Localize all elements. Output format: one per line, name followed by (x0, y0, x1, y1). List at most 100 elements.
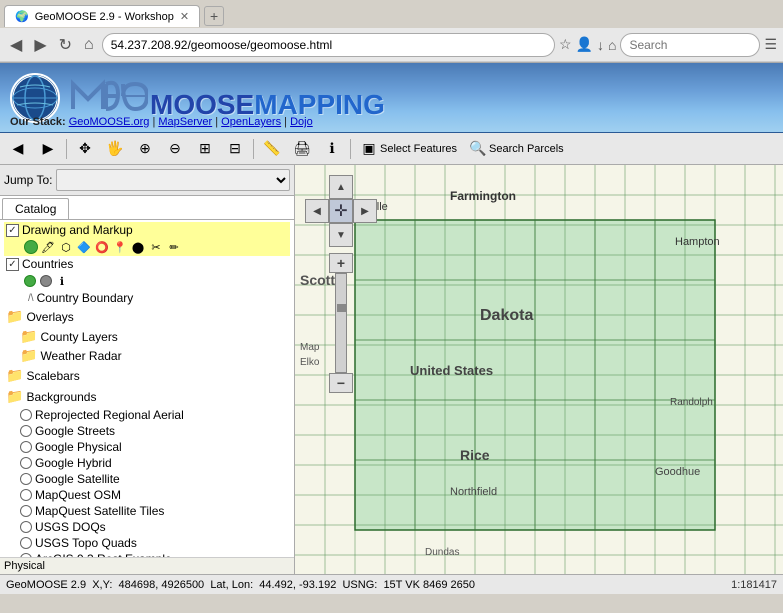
drawing-markup-checkbox[interactable]: ✓ (6, 224, 19, 237)
bg-mapquest-satellite-radio[interactable] (20, 505, 32, 517)
forward-button[interactable]: ▶ (30, 33, 50, 57)
bg-google-hybrid-label: Google Hybrid (35, 456, 112, 470)
jump-to-select[interactable] (56, 169, 290, 191)
svg-text:Farmington: Farmington (450, 189, 516, 203)
toolbar-extent-btn[interactable]: ⊞ (191, 136, 219, 162)
draw-icon1[interactable]: 🖊 (40, 239, 56, 255)
usng-value: 15T VK 8469 2650 (383, 579, 475, 591)
bg-mapquest-osm-radio[interactable] (20, 489, 32, 501)
draw-icon4[interactable]: ⭕ (94, 239, 110, 255)
bg-google-satellite[interactable]: Google Satellite (4, 471, 290, 487)
draw-icon6[interactable]: ⬤ (130, 239, 146, 255)
bg-google-hybrid[interactable]: Google Hybrid (4, 455, 290, 471)
bg-regional-aerial[interactable]: Reprojected Regional Aerial (4, 407, 290, 423)
pan-south-button[interactable]: ▼ (329, 223, 353, 247)
bg-mapquest-satellite[interactable]: MapQuest Satellite Tiles (4, 503, 290, 519)
country-boundary-item[interactable]: /\ Country Boundary (4, 290, 290, 306)
dojo-link[interactable]: Dojo (290, 116, 313, 128)
bg-google-streets-radio[interactable] (20, 425, 32, 437)
download-button[interactable]: ↓ (597, 37, 604, 53)
refresh-button[interactable]: ↻ (55, 33, 76, 57)
pan-west-button[interactable]: ◀ (305, 199, 329, 223)
physical-label-row: Physical (0, 557, 294, 574)
countries-icon3[interactable]: ℹ (54, 273, 70, 289)
toolbar-measure-btn[interactable]: 📏 (258, 136, 286, 162)
toolbar-move-btn[interactable]: ✥ (71, 136, 99, 162)
toolbar-select-features-btn[interactable]: ▣ Select Features (355, 136, 462, 162)
bg-google-satellite-radio[interactable] (20, 473, 32, 485)
bg-regional-aerial-radio[interactable] (20, 409, 32, 421)
toolbar-zoomin-btn[interactable]: ⊕ (131, 136, 159, 162)
header-logo: MOOSEMAPPING (10, 73, 385, 123)
countries-item[interactable]: ✓ Countries (4, 256, 290, 272)
scalebars-label: Scalebars (26, 369, 79, 383)
countries-icons: ℹ (4, 272, 290, 290)
green-circle-icon[interactable] (24, 240, 38, 254)
bg-google-hybrid-radio[interactable] (20, 457, 32, 469)
backgrounds-label: Backgrounds (26, 390, 96, 404)
bg-google-streets[interactable]: Google Streets (4, 423, 290, 439)
draw-icon3[interactable]: 🔷 (76, 239, 92, 255)
bg-usgs-topo-radio[interactable] (20, 537, 32, 549)
arrow-right-icon: ▶ (39, 140, 57, 158)
user-button[interactable]: 👤 (576, 36, 593, 53)
back-button[interactable]: ◀ (6, 33, 26, 57)
menu-button[interactable]: ☰ (764, 36, 777, 53)
toolbar-sep1 (66, 139, 67, 159)
toolbar-back-btn[interactable]: ◀ (4, 136, 32, 162)
drawing-markup-item[interactable]: ✓ Drawing and Markup (4, 222, 290, 238)
county-layers-item[interactable]: 📁 County Layers (4, 327, 290, 346)
pan-center-button[interactable]: ✛ (329, 199, 353, 223)
toolbar-pan-btn[interactable]: 🖐 (101, 136, 129, 162)
catalog-tab[interactable]: Catalog (2, 198, 69, 219)
svg-text:Northfield: Northfield (450, 486, 497, 498)
mapserver-link[interactable]: MapServer (158, 116, 212, 128)
toolbar-identify-btn[interactable]: ℹ (318, 136, 346, 162)
bg-regional-aerial-label: Reprojected Regional Aerial (35, 408, 184, 422)
extent-icon: ⊞ (196, 140, 214, 158)
bg-usgs-doqs-radio[interactable] (20, 521, 32, 533)
address-bar[interactable] (102, 33, 555, 57)
bg-mapquest-osm[interactable]: MapQuest OSM (4, 487, 290, 503)
xy-value: 484698, 4926500 (119, 579, 205, 591)
bg-usgs-topo[interactable]: USGS Topo Quads (4, 535, 290, 551)
xy-label: X,Y: (92, 579, 112, 591)
bg-google-streets-label: Google Streets (35, 424, 115, 438)
zoom-slider-handle[interactable] (337, 304, 347, 312)
tab-bar: 🌍 GeoMOOSE 2.9 - Workshop ✕ + (0, 0, 783, 28)
bookmark-button[interactable]: ☆ (559, 36, 572, 53)
bg-usgs-doqs[interactable]: USGS DOQs (4, 519, 290, 535)
draw-icon7[interactable]: ✂ (148, 239, 164, 255)
zoom-out-map-button[interactable]: − (329, 373, 353, 393)
backgrounds-folder[interactable]: 📁 Backgrounds (4, 386, 290, 407)
weather-radar-item[interactable]: 📁 Weather Radar (4, 346, 290, 365)
countries-checkbox[interactable]: ✓ (6, 258, 19, 271)
new-tab-button[interactable]: + (204, 6, 224, 26)
geomoose-link[interactable]: GeoMOOSE.org (69, 116, 150, 128)
pan-north-button[interactable]: ▲ (329, 175, 353, 199)
bg-google-physical-radio[interactable] (20, 441, 32, 453)
home-button[interactable]: ⌂ (80, 34, 98, 56)
toolbar-prevextent-btn[interactable]: ⊟ (221, 136, 249, 162)
draw-icon2[interactable]: ⬡ (58, 239, 74, 255)
zoom-in-map-button[interactable]: + (329, 253, 353, 273)
toolbar-forward-btn[interactable]: ▶ (34, 136, 62, 162)
active-tab[interactable]: 🌍 GeoMOOSE 2.9 - Workshop ✕ (4, 5, 200, 27)
pan-east-button[interactable]: ▶ (353, 199, 377, 223)
zoom-bar[interactable] (335, 273, 347, 373)
bg-usgs-topo-label: USGS Topo Quads (35, 536, 137, 550)
scalebars-folder-icon: 📁 (6, 367, 23, 384)
overlays-folder[interactable]: 📁 Overlays (4, 306, 290, 327)
openlayers-link[interactable]: OpenLayers (221, 116, 281, 128)
toolbar-print-btn[interactable]: 🖨 (288, 136, 316, 162)
browser-search-input[interactable] (620, 33, 760, 57)
toolbar-zoomout-btn[interactable]: ⊖ (161, 136, 189, 162)
home2-button[interactable]: ⌂ (608, 37, 616, 53)
bg-google-physical[interactable]: Google Physical (4, 439, 290, 455)
tab-close-button[interactable]: ✕ (180, 10, 189, 23)
scalebars-folder[interactable]: 📁 Scalebars (4, 365, 290, 386)
map-area[interactable]: Lakeville Farmington Hampton Scott Dakot… (295, 165, 783, 574)
toolbar-search-parcels-btn[interactable]: 🔍 Search Parcels (464, 136, 569, 162)
draw-icon8[interactable]: ✏ (166, 239, 182, 255)
draw-icon5[interactable]: 📍 (112, 239, 128, 255)
